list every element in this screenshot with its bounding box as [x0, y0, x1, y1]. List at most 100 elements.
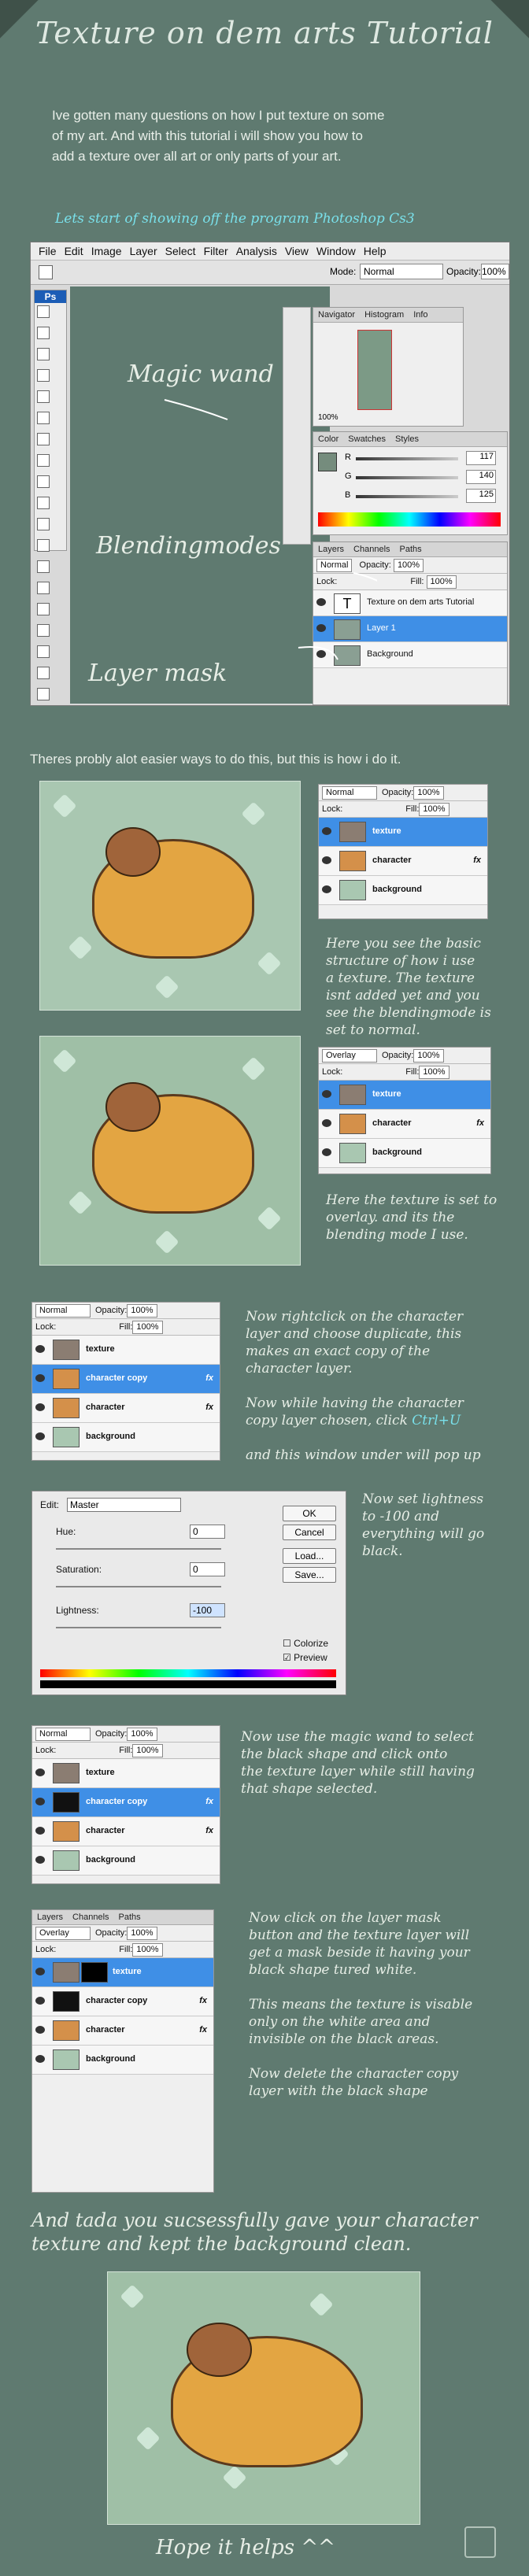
eye-icon[interactable]: [35, 1827, 45, 1835]
fill-input[interactable]: 100%: [132, 1943, 163, 1957]
opacity-input[interactable]: 100%: [413, 1049, 444, 1063]
opacity-input[interactable]: 100%: [127, 1927, 157, 1940]
tool-icon[interactable]: [37, 688, 50, 700]
panel-tab[interactable]: Paths: [395, 545, 427, 554]
hue-input[interactable]: 0: [190, 1525, 225, 1539]
eye-icon[interactable]: [322, 1090, 331, 1098]
saturation-slider[interactable]: [56, 1586, 221, 1587]
tool-icon[interactable]: [37, 518, 50, 530]
menu-item-file[interactable]: File: [39, 245, 57, 257]
eye-icon[interactable]: [35, 1997, 45, 2005]
eye-icon[interactable]: [322, 885, 331, 893]
layer-row[interactable]: texture: [32, 1336, 220, 1365]
eye-icon[interactable]: [322, 827, 331, 835]
eye-icon[interactable]: [35, 1856, 45, 1864]
menu-item-analysis[interactable]: Analysis: [236, 245, 277, 257]
tool-icon[interactable]: [37, 560, 50, 573]
layer-row[interactable]: character fx: [32, 1394, 220, 1423]
opacity-input[interactable]: 100%: [127, 1728, 157, 1741]
panel-tab[interactable]: Info: [409, 310, 432, 320]
fill-input[interactable]: 100%: [132, 1744, 163, 1757]
eye-icon[interactable]: [35, 1768, 45, 1776]
eye-icon[interactable]: [35, 1968, 45, 1975]
opacity-input[interactable]: 100%: [393, 559, 424, 572]
layer-row[interactable]: character fx: [32, 1817, 220, 1846]
fill-input[interactable]: 100%: [426, 575, 457, 589]
menu-item-view[interactable]: View: [285, 245, 309, 257]
opacity-input[interactable]: 100%: [413, 786, 444, 800]
layer-row[interactable]: background: [319, 1139, 490, 1168]
layer-row[interactable]: character fx: [319, 1110, 490, 1139]
layer-row[interactable]: background: [32, 1846, 220, 1876]
layer-row[interactable]: character fx: [32, 2016, 213, 2046]
layer-row[interactable]: texture: [32, 1759, 220, 1788]
eye-icon[interactable]: [35, 2026, 45, 2034]
fill-input[interactable]: 100%: [132, 1321, 163, 1334]
layer-row[interactable]: character copy fx: [32, 1788, 220, 1817]
fill-input[interactable]: 100%: [419, 803, 449, 816]
tool-icon[interactable]: [37, 412, 50, 424]
panel-tab[interactable]: Styles: [390, 434, 424, 444]
tool-icon[interactable]: [37, 348, 50, 360]
panel-tab[interactable]: Channels: [68, 1913, 113, 1922]
panel-tab[interactable]: Histogram: [360, 310, 409, 320]
blend-select[interactable]: Normal: [322, 786, 377, 800]
channel-value[interactable]: 117: [466, 451, 496, 465]
eye-icon[interactable]: [322, 856, 331, 864]
layer-row[interactable]: texture: [32, 1958, 213, 1987]
blend-select[interactable]: Overlay: [322, 1049, 377, 1063]
menu-item-edit[interactable]: Edit: [65, 245, 83, 257]
tool-icon[interactable]: [37, 327, 50, 339]
eye-icon[interactable]: [35, 1374, 45, 1382]
edit-select[interactable]: Master: [67, 1498, 181, 1512]
menu-item-image[interactable]: Image: [91, 245, 122, 257]
layer-row[interactable]: texture: [319, 1081, 490, 1110]
tool-icon[interactable]: [37, 433, 50, 445]
tool-preset-icon[interactable]: [39, 265, 53, 279]
layer-row[interactable]: character copy fx: [32, 1365, 220, 1394]
layer-row[interactable]: background: [319, 876, 487, 905]
saturation-input[interactable]: 0: [190, 1562, 225, 1576]
save-button[interactable]: Save...: [283, 1567, 336, 1583]
tool-icon[interactable]: [37, 390, 50, 403]
layer-row[interactable]: character fx: [319, 847, 487, 876]
fill-input[interactable]: 100%: [419, 1066, 449, 1079]
menu-item-window[interactable]: Window: [316, 245, 356, 257]
layer-row[interactable]: texture: [319, 818, 487, 847]
channel-value[interactable]: 125: [466, 489, 496, 503]
menu-item-help[interactable]: Help: [364, 245, 387, 257]
ok-button[interactable]: OK: [283, 1506, 336, 1521]
tool-icon[interactable]: [37, 475, 50, 488]
eye-icon[interactable]: [322, 1148, 331, 1156]
cancel-button[interactable]: Cancel: [283, 1525, 336, 1540]
eye-icon[interactable]: [35, 2055, 45, 2063]
blend-select[interactable]: Overlay: [35, 1927, 91, 1940]
tool-icon[interactable]: [37, 667, 50, 679]
tool-icon[interactable]: [37, 305, 50, 318]
layer-row[interactable]: character copy fx: [32, 1987, 213, 2016]
eye-icon[interactable]: [35, 1798, 45, 1805]
channel-value[interactable]: 140: [466, 470, 496, 484]
tool-icon[interactable]: [37, 603, 50, 615]
opacity-input[interactable]: 100%: [481, 264, 509, 279]
tool-icon[interactable]: [37, 624, 50, 637]
eye-icon[interactable]: [322, 1119, 331, 1127]
load-button[interactable]: Load...: [283, 1548, 336, 1564]
tool-icon[interactable]: [37, 539, 50, 552]
blend-select[interactable]: Normal: [35, 1728, 91, 1741]
colorize-checkbox[interactable]: ☐ Colorize: [283, 1638, 328, 1649]
lightness-slider[interactable]: [56, 1627, 221, 1628]
tool-icon[interactable]: [37, 645, 50, 658]
blend-select[interactable]: Normal: [35, 1304, 91, 1318]
layer-row[interactable]: background: [32, 2046, 213, 2075]
panel-tab[interactable]: Paths: [114, 1913, 146, 1922]
layer-row[interactable]: background: [32, 1423, 220, 1452]
hue-slider[interactable]: [56, 1548, 221, 1550]
opacity-input[interactable]: 100%: [127, 1304, 157, 1318]
mode-select[interactable]: Normal: [360, 264, 443, 279]
panel-tab[interactable]: Navigator: [313, 310, 360, 320]
tool-icon[interactable]: [37, 369, 50, 382]
tool-icon[interactable]: [37, 582, 50, 594]
menu-item-layer[interactable]: Layer: [130, 245, 157, 257]
panel-tab[interactable]: Layers: [32, 1913, 68, 1922]
